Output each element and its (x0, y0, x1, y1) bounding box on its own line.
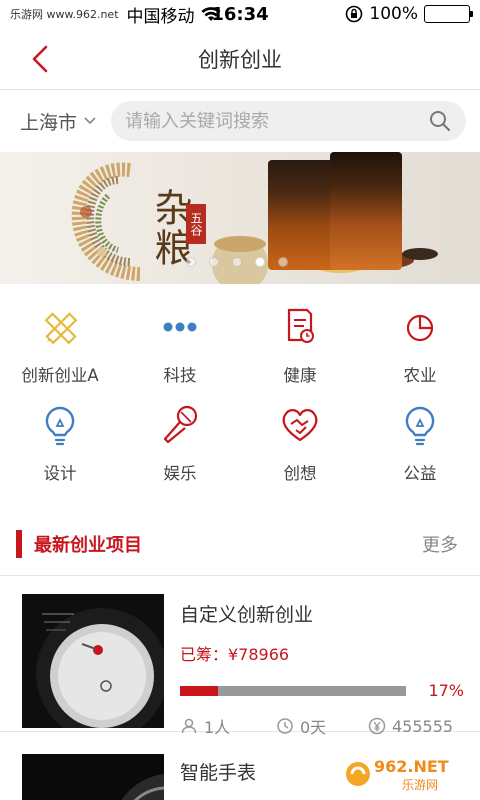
category-label: 农业 (403, 366, 437, 385)
watermark-text: 乐游网 www.962.net (10, 8, 119, 21)
carousel-dot[interactable] (232, 257, 242, 267)
category-item[interactable]: 公益 (360, 402, 480, 500)
city-selector[interactable]: 上海市 (20, 108, 97, 135)
category-label: 设计 (43, 464, 77, 483)
progress-percent: 17% (428, 681, 464, 700)
project-info: 自定义创新创业 已筹：¥78966 17% 1人 0天 455555 (164, 594, 464, 737)
category-item[interactable]: 娱乐 (120, 402, 240, 500)
back-arrow-icon[interactable] (28, 44, 54, 74)
days-count: 0天 (300, 718, 327, 737)
person-icon (181, 718, 197, 734)
category-item[interactable]: 健康 (240, 304, 360, 402)
lightbulb-icon (397, 402, 443, 448)
product-bag-image (330, 152, 402, 270)
section-accent-bar (16, 529, 22, 558)
lightbulb-icon (37, 402, 83, 448)
promo-banner[interactable]: 杂粮 五谷 (0, 152, 480, 284)
site-logo: 962.NET 乐游网 (344, 754, 472, 794)
project-meta: 1人 0天 455555 (180, 714, 464, 738)
progress-row: 17% (180, 681, 464, 700)
banner-seal: 五谷 (186, 204, 206, 244)
pie-chart-icon (397, 304, 443, 350)
battery-percent: 100% (369, 4, 418, 24)
pencil-ruler-icon (37, 304, 83, 350)
svg-text:962.NET: 962.NET (374, 757, 449, 776)
category-label: 公益 (403, 464, 437, 483)
category-grid: 创新创业A 科技 健康 农业设计 娱乐 创想 公益 (0, 284, 480, 500)
section-header: 最新创业项目 更多 (0, 512, 480, 576)
carousel-dot[interactable] (278, 257, 288, 267)
carousel-dot[interactable] (255, 257, 265, 267)
carousel-dot[interactable] (209, 257, 219, 267)
chevron-down-icon (83, 116, 97, 126)
carousel-dot[interactable] (186, 257, 196, 267)
category-item[interactable]: 创想 (240, 402, 360, 500)
search-input[interactable] (125, 110, 428, 132)
search-box[interactable] (111, 101, 466, 141)
clock-icon (277, 718, 293, 734)
clipboard-clock-icon (277, 304, 323, 350)
status-bar: 乐游网 www.962.net 中国移动 16:34 100% (0, 0, 480, 28)
days-left: 0天 (276, 714, 368, 738)
progress-bar (180, 685, 406, 696)
category-item[interactable]: 创新创业A (0, 304, 120, 402)
microphone-icon (157, 402, 203, 448)
carrier-name: 中国移动 (126, 6, 195, 27)
category-label: 健康 (283, 366, 317, 385)
category-label: 创新创业A (21, 366, 99, 385)
category-label: 科技 (163, 366, 197, 385)
page-title: 创新创业 (198, 47, 282, 72)
progress-fill (180, 685, 219, 696)
carousel-dots (186, 257, 288, 267)
yen-icon (368, 717, 386, 735)
raised-amount: 已筹：¥78966 (180, 645, 290, 664)
goal-value: 455555 (392, 716, 454, 736)
goal-amount: 455555 (368, 717, 453, 736)
heart-handshake-icon (277, 402, 323, 448)
category-item[interactable]: 农业 (360, 304, 480, 402)
supporters-count: 1人 (204, 718, 231, 737)
svg-text:乐游网: 乐游网 (402, 778, 438, 792)
more-link[interactable]: 更多 (422, 531, 458, 557)
category-item[interactable]: 设计 (0, 402, 120, 500)
rotation-lock-icon (345, 5, 363, 23)
wifi-icon (201, 6, 221, 22)
project-name: 自定义创新创业 (180, 604, 314, 626)
section-title: 最新创业项目 (34, 534, 142, 556)
supporters: 1人 (180, 714, 276, 738)
smartwatch-thumbnail-image (22, 754, 164, 800)
project-name: 智能手表 (180, 762, 257, 784)
search-row: 上海市 (0, 90, 480, 152)
city-label: 上海市 (20, 111, 78, 134)
nav-bar: 创新创业 (0, 28, 480, 90)
search-icon[interactable] (428, 109, 452, 133)
watch-thumbnail-image (22, 594, 164, 728)
battery-icon (424, 5, 473, 23)
more-dots-icon (157, 304, 203, 350)
category-item[interactable]: 科技 (120, 304, 240, 402)
category-label: 娱乐 (163, 464, 197, 483)
category-label: 创想 (283, 464, 317, 483)
project-card[interactable]: 自定义创新创业 已筹：¥78966 17% 1人 0天 455555 (0, 576, 480, 737)
